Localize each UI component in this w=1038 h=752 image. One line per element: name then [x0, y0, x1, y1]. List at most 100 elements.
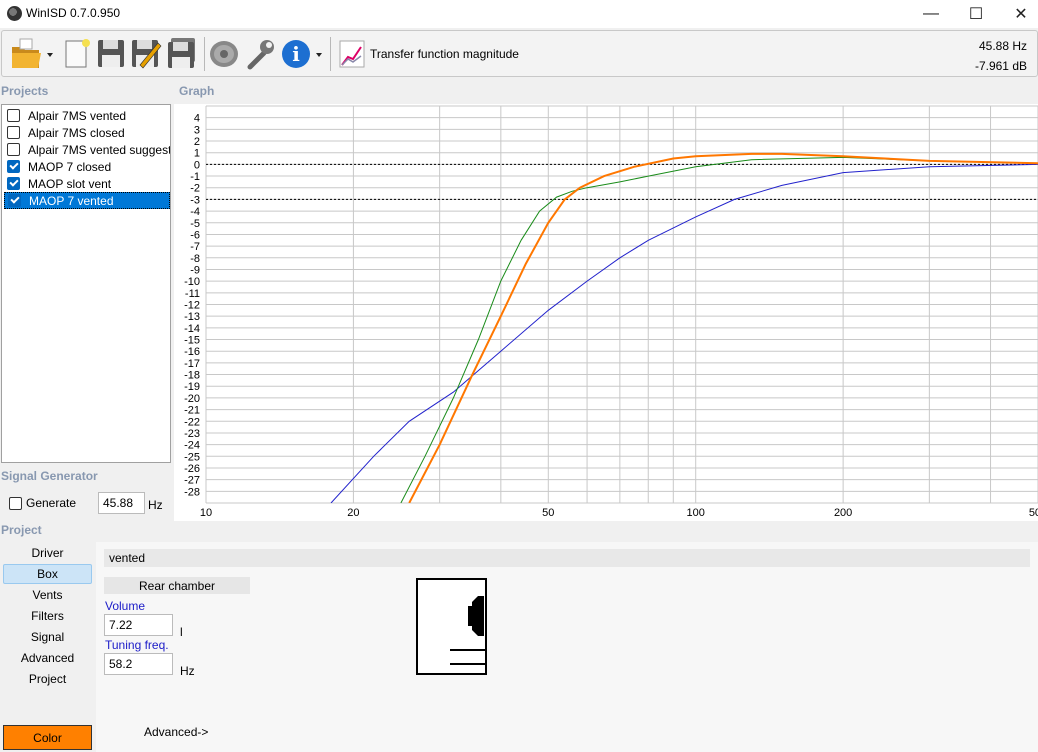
wrench-icon[interactable]	[244, 37, 276, 71]
save-icon[interactable]	[96, 37, 126, 71]
y-tick-label: -19	[184, 381, 200, 393]
project-item[interactable]: MAOP 7 vented	[4, 192, 170, 209]
project-item[interactable]: MAOP 7 closed	[4, 158, 170, 175]
window-title: WinISD 0.7.0.950	[26, 6, 121, 20]
nav-item-box[interactable]: Box	[3, 564, 92, 584]
y-tick-label: -12	[184, 300, 200, 312]
nav-item-vents[interactable]: Vents	[3, 585, 92, 605]
y-tick-label: 3	[194, 124, 200, 136]
y-tick-label: -16	[184, 346, 200, 358]
color-button-label: Color	[33, 730, 62, 745]
generator-frequency-unit: Hz	[148, 498, 163, 512]
y-tick-label: -18	[184, 370, 200, 382]
x-tick-label: 100	[687, 507, 705, 519]
new-document-icon[interactable]	[62, 37, 92, 71]
color-button[interactable]: Color	[3, 725, 92, 750]
y-tick-label: -27	[184, 475, 200, 487]
app-speaker-icon	[7, 6, 22, 21]
y-tick-label: 2	[194, 136, 200, 148]
y-tick-label: -20	[184, 393, 200, 405]
y-tick-label: -26	[184, 463, 200, 475]
edit-save-icon[interactable]	[130, 37, 162, 71]
save-all-icon[interactable]	[166, 37, 198, 71]
project-name: Alpair 7MS closed	[28, 125, 125, 140]
volume-unit: l	[180, 625, 183, 639]
rear-chamber-label: Rear chamber	[104, 577, 250, 594]
y-tick-label: -24	[184, 440, 200, 452]
series-line	[400, 156, 1038, 503]
project-name: Alpair 7MS vented	[28, 108, 127, 123]
y-tick-label: -1	[190, 171, 200, 183]
project-item[interactable]: Alpair 7MS vented suggested	[4, 141, 170, 158]
db-readout: -7.961 dB	[974, 59, 1027, 73]
graph-panel: 4 3 2 1 0 -1 -2 -3 -4 -5 -6 -7 -8 -9 -10 -11 -12 -13 -14 -1…	[174, 104, 1038, 521]
minimize-button[interactable]: —	[908, 0, 954, 28]
project-item[interactable]: Alpair 7MS vented	[4, 107, 170, 124]
project-checkbox[interactable]	[7, 160, 20, 173]
y-tick-label: -5	[190, 218, 200, 230]
generate-checkbox[interactable]	[9, 496, 22, 510]
x-tick-label: 10	[200, 507, 212, 519]
generator-frequency-input[interactable]	[98, 492, 145, 514]
project-section-label: Project	[1, 523, 42, 537]
nav-item-signal[interactable]: Signal	[3, 627, 92, 647]
y-tick-label: -3	[190, 194, 200, 206]
project-name: Alpair 7MS vented suggested	[28, 142, 170, 157]
close-button[interactable]: ✕	[998, 0, 1038, 28]
nav-item-project[interactable]: Project	[3, 669, 92, 689]
y-tick-label: -15	[184, 335, 200, 347]
graph-icon[interactable]	[338, 37, 366, 71]
toolbar-separator	[330, 37, 331, 71]
maximize-button[interactable]: ☐	[953, 0, 999, 28]
x-tick-label: 20	[347, 507, 359, 519]
y-tick-label: -6	[190, 229, 200, 241]
project-checkbox[interactable]	[7, 109, 20, 122]
tuning-freq-unit: Hz	[180, 664, 195, 678]
tuning-freq-label: Tuning freq.	[105, 638, 169, 652]
transfer-function-chart[interactable]: 43210-1-2-3-4-5-6-7-8-9-10-11-12-13-14-1…	[174, 104, 1038, 521]
project-item[interactable]: MAOP slot vent	[4, 175, 170, 192]
toolbar: i Transfer function magnitude 45.88 Hz -…	[1, 30, 1038, 77]
volume-input[interactable]	[104, 614, 173, 636]
y-tick-label: 4	[194, 113, 200, 125]
svg-text:i: i	[292, 42, 300, 66]
y-tick-label: -22	[184, 416, 200, 428]
signal-generator-section-label: Signal Generator	[1, 469, 98, 483]
y-tick-label: -2	[190, 183, 200, 195]
vented-box-diagram	[416, 578, 487, 675]
x-tick-label: 50	[542, 507, 554, 519]
y-tick-label: -9	[190, 264, 200, 276]
open-folder-icon[interactable]	[10, 37, 56, 71]
y-tick-label: 0	[194, 159, 200, 171]
project-name: MAOP 7 vented	[29, 193, 114, 208]
advanced-link[interactable]: Advanced->	[144, 725, 208, 739]
project-checkbox[interactable]	[7, 126, 20, 139]
project-checkbox[interactable]	[7, 143, 20, 156]
speaker-icon[interactable]	[208, 37, 240, 71]
series-line	[330, 163, 1038, 503]
project-name: MAOP slot vent	[28, 176, 112, 191]
y-tick-label: -4	[190, 206, 200, 218]
series-line	[408, 152, 1038, 503]
project-checkbox[interactable]	[7, 177, 20, 190]
y-tick-label: -21	[184, 405, 200, 417]
tuning-freq-input[interactable]	[104, 653, 173, 675]
nav-item-driver[interactable]: Driver	[3, 543, 92, 563]
x-tick-label: 200	[834, 507, 852, 519]
nav-item-filters[interactable]: Filters	[3, 606, 92, 626]
generate-checkbox-row[interactable]: Generate	[9, 496, 76, 510]
project-item[interactable]: Alpair 7MS closed	[4, 124, 170, 141]
y-tick-label: -23	[184, 428, 200, 440]
x-tick-label: 500	[1029, 507, 1038, 519]
nav-item-advanced[interactable]: Advanced	[3, 648, 92, 668]
toolbar-separator	[204, 37, 205, 71]
info-icon[interactable]: i	[280, 37, 326, 71]
y-tick-label: -28	[184, 486, 200, 498]
project-checkbox[interactable]	[8, 194, 21, 207]
y-tick-label: 1	[194, 148, 200, 160]
projects-list: Alpair 7MS vented Alpair 7MS closed Alpair…	[1, 104, 171, 463]
y-tick-label: -14	[184, 323, 200, 335]
box-type-field[interactable]: vented	[104, 549, 1030, 567]
y-tick-label: -13	[184, 311, 200, 323]
generate-label: Generate	[26, 496, 77, 510]
